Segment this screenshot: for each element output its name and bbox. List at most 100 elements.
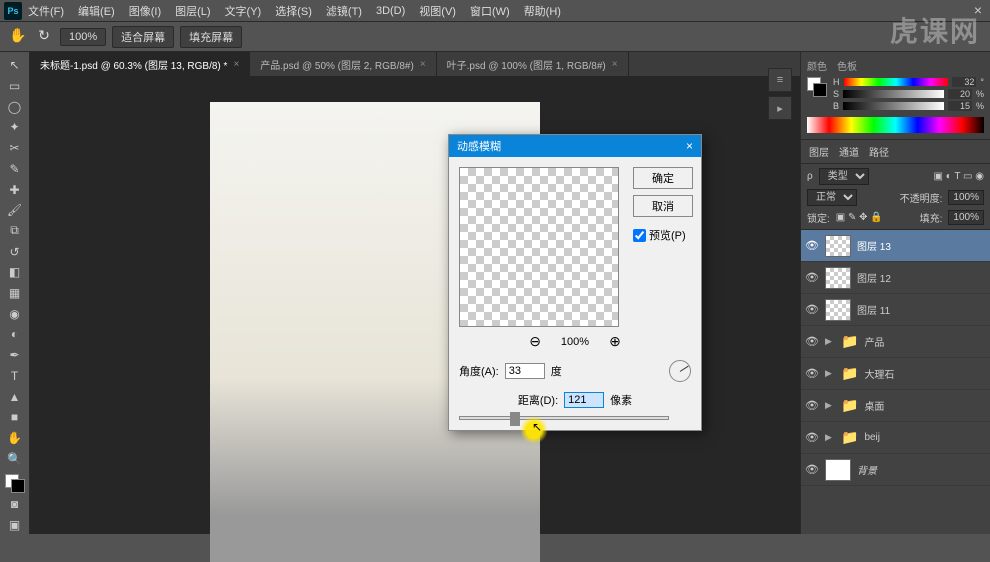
s-value[interactable]: 20 xyxy=(948,89,972,99)
color-swatch[interactable] xyxy=(5,474,25,493)
layer-list: 👁图层 13👁图层 12👁图层 11👁▶📁产品👁▶📁大理石👁▶📁桌面👁▶📁bei… xyxy=(801,230,990,534)
stamp-tool-icon[interactable]: ⧉ xyxy=(4,222,26,241)
angle-dial[interactable] xyxy=(669,360,691,382)
distance-slider[interactable] xyxy=(459,416,669,420)
tab-color[interactable]: 颜色 xyxy=(807,58,827,73)
visibility-icon[interactable]: 👁 xyxy=(805,431,819,444)
pen-tool-icon[interactable]: ✒ xyxy=(4,346,26,365)
cancel-button[interactable]: 取消 xyxy=(633,195,693,217)
gradient-tool-icon[interactable]: ▦ xyxy=(4,284,26,303)
distance-input[interactable] xyxy=(564,392,604,408)
fill-label: 填充: xyxy=(920,210,943,225)
visibility-icon[interactable]: 👁 xyxy=(805,335,819,348)
close-icon[interactable]: × xyxy=(974,2,982,18)
heal-tool-icon[interactable]: ✚ xyxy=(4,180,26,199)
history-brush-icon[interactable]: ↺ xyxy=(4,242,26,261)
panel-swatch[interactable] xyxy=(807,77,827,97)
fill-screen-button[interactable]: 填充屏幕 xyxy=(180,26,242,48)
brush-tool-icon[interactable]: 🖌 xyxy=(4,201,26,220)
layer-row[interactable]: 👁背景 xyxy=(801,454,990,486)
path-select-icon[interactable]: ▲ xyxy=(4,387,26,406)
tab-swatches[interactable]: 色板 xyxy=(837,58,857,73)
visibility-icon[interactable]: 👁 xyxy=(805,271,819,284)
h-value[interactable]: 32 xyxy=(952,77,976,87)
fit-screen-button[interactable]: 适合屏幕 xyxy=(112,26,174,48)
visibility-icon[interactable]: 👁 xyxy=(805,367,819,380)
visibility-icon[interactable]: 👁 xyxy=(805,399,819,412)
layer-row[interactable]: 👁图层 13 xyxy=(801,230,990,262)
layer-row[interactable]: 👁图层 11 xyxy=(801,294,990,326)
b-value[interactable]: 15 xyxy=(948,101,972,111)
lasso-tool-icon[interactable]: ◯ xyxy=(4,97,26,116)
visibility-icon[interactable]: 👁 xyxy=(805,239,819,252)
rotate-tool-icon[interactable]: ↻ xyxy=(34,27,54,47)
menu-filter[interactable]: 滤镜(T) xyxy=(326,3,362,19)
tab-paths[interactable]: 路径 xyxy=(869,144,889,159)
quickmask-icon[interactable]: ◙ xyxy=(4,495,26,514)
move-tool-icon[interactable]: ↖ xyxy=(4,56,26,75)
zoom-percent-button[interactable]: 100% xyxy=(60,28,106,46)
spectrum-picker[interactable] xyxy=(807,117,984,133)
menu-text[interactable]: 文字(Y) xyxy=(225,3,262,19)
s-slider[interactable] xyxy=(843,90,944,98)
h-slider[interactable] xyxy=(844,78,949,86)
filter-kind-select[interactable]: 类型 xyxy=(819,168,869,185)
layers-panel: 图层 通道 路径 ρ 类型 ▣ ◐ T ▭ ◉ 正常 不透明度: 100% xyxy=(801,140,990,534)
document-tab[interactable]: 叶子.psd @ 100% (图层 1, RGB/8#)× xyxy=(437,52,629,76)
dodge-tool-icon[interactable]: ◐ xyxy=(4,325,26,344)
zoom-in-icon[interactable]: ⊕ xyxy=(609,333,621,350)
screenmode-icon[interactable]: ▣ xyxy=(4,515,26,534)
menu-window[interactable]: 窗口(W) xyxy=(470,3,510,19)
tab-layers[interactable]: 图层 xyxy=(809,144,829,159)
menu-file[interactable]: 文件(F) xyxy=(28,3,64,19)
document-tab[interactable]: 未标题-1.psd @ 60.3% (图层 13, RGB/8) *× xyxy=(30,52,250,76)
dialog-preview[interactable] xyxy=(459,167,619,327)
options-bar: ✋ ↻ 100% 适合屏幕 填充屏幕 xyxy=(0,22,990,52)
shape-tool-icon[interactable]: ■ xyxy=(4,408,26,427)
menu-view[interactable]: 视图(V) xyxy=(419,3,456,19)
menu-edit[interactable]: 编辑(E) xyxy=(78,3,115,19)
wand-tool-icon[interactable]: ✦ xyxy=(4,118,26,137)
preview-checkbox[interactable]: 预览(P) xyxy=(633,227,693,243)
right-panels: 颜色 色板 H32° S20% B15% 图层 通道 路径 ρ xyxy=(800,52,990,534)
document-tab[interactable]: 产品.psd @ 50% (图层 2, RGB/8#)× xyxy=(250,52,436,76)
menu-3d[interactable]: 3D(D) xyxy=(376,5,405,17)
fill-value[interactable]: 100% xyxy=(948,210,984,225)
layer-row[interactable]: 👁▶📁beij xyxy=(801,422,990,454)
eyedropper-tool-icon[interactable]: ✎ xyxy=(4,160,26,179)
layer-row[interactable]: 👁▶📁产品 xyxy=(801,326,990,358)
zoom-out-icon[interactable]: ⊖ xyxy=(529,333,541,350)
tab-channels[interactable]: 通道 xyxy=(839,144,859,159)
b-slider[interactable] xyxy=(843,102,944,110)
visibility-icon[interactable]: 👁 xyxy=(805,463,819,476)
hand-tool-icon[interactable]: ✋ xyxy=(8,27,28,47)
menu-select[interactable]: 选择(S) xyxy=(275,3,312,19)
dialog-title: 动感模糊 xyxy=(457,138,501,154)
filter-icons[interactable]: ▣ ◐ T ▭ ◉ xyxy=(933,171,984,182)
angle-label: 角度(A): xyxy=(459,363,499,379)
zoom-tool-icon[interactable]: 🔍 xyxy=(4,449,26,468)
visibility-icon[interactable]: 👁 xyxy=(805,303,819,316)
menu-layer[interactable]: 图层(L) xyxy=(175,3,210,19)
layer-row[interactable]: 👁图层 12 xyxy=(801,262,990,294)
menu-image[interactable]: 图像(I) xyxy=(129,3,161,19)
blur-tool-icon[interactable]: ◉ xyxy=(4,304,26,323)
angle-input[interactable] xyxy=(505,363,545,379)
s-label: S xyxy=(833,89,839,99)
type-tool-icon[interactable]: T xyxy=(4,367,26,386)
eraser-tool-icon[interactable]: ◧ xyxy=(4,263,26,282)
ok-button[interactable]: 确定 xyxy=(633,167,693,189)
layer-row[interactable]: 👁▶📁大理石 xyxy=(801,358,990,390)
lock-icons[interactable]: ▣ ✎ ✥ 🔒 xyxy=(836,212,883,223)
opacity-value[interactable]: 100% xyxy=(948,190,984,205)
crop-tool-icon[interactable]: ✂ xyxy=(4,139,26,158)
layer-row[interactable]: 👁▶📁桌面 xyxy=(801,390,990,422)
filter-kind-label: ρ xyxy=(807,171,813,182)
hand-tool-icon[interactable]: ✋ xyxy=(4,429,26,448)
history-icon[interactable]: ≡ xyxy=(768,68,792,92)
actions-icon[interactable]: ▸ xyxy=(768,96,792,120)
blend-mode-select[interactable]: 正常 xyxy=(807,189,857,206)
menu-help[interactable]: 帮助(H) xyxy=(524,3,561,19)
marquee-tool-icon[interactable]: ▭ xyxy=(4,77,26,96)
dialog-close-icon[interactable]: × xyxy=(686,139,693,153)
